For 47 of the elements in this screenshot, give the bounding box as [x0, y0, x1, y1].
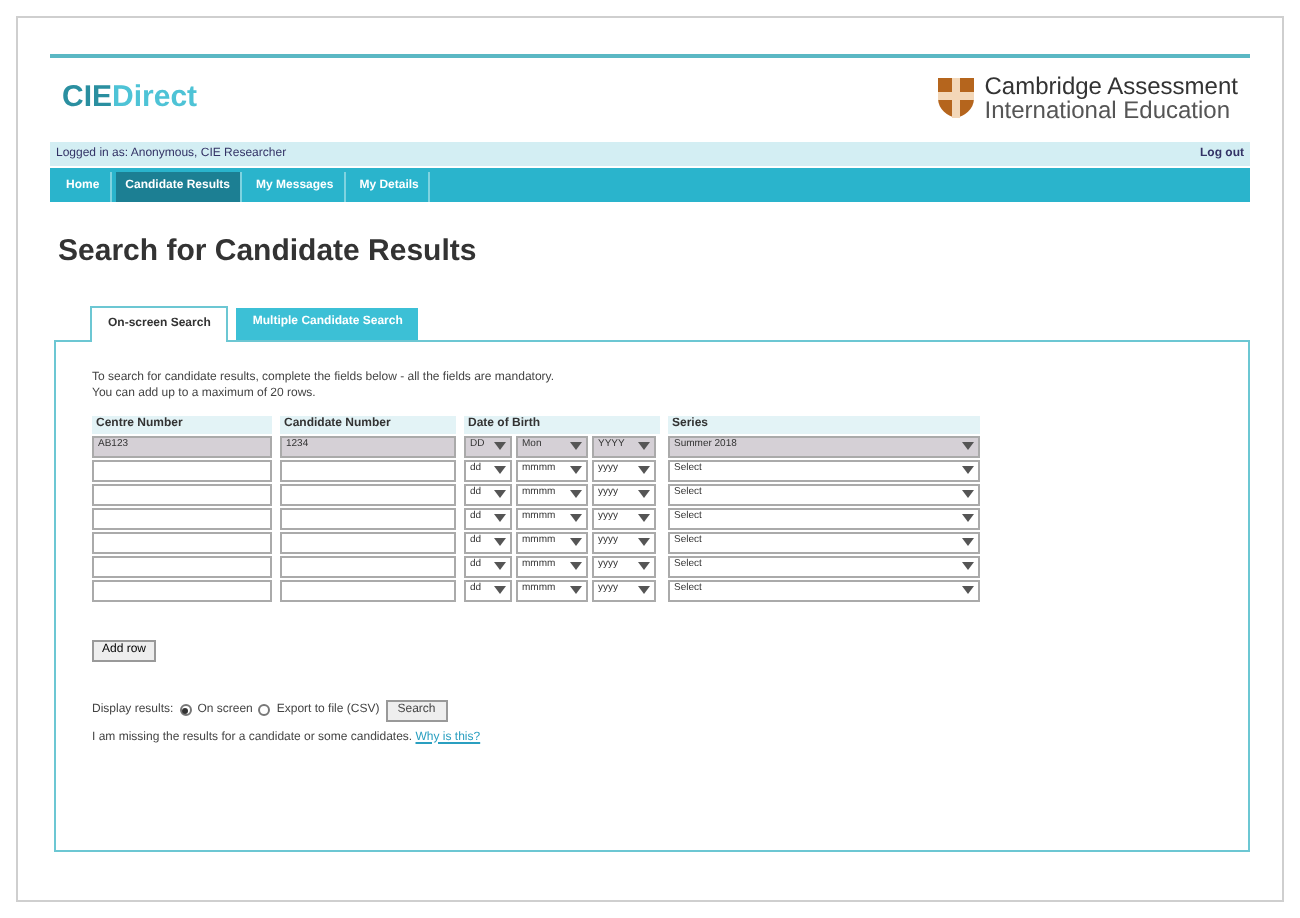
- caret-icon: [570, 562, 582, 570]
- caret-icon: [638, 514, 650, 522]
- caret-icon: [962, 466, 974, 474]
- caret-icon: [570, 466, 582, 474]
- caret-icon: [962, 490, 974, 498]
- input-field[interactable]: [280, 507, 456, 529]
- input-field[interactable]: [280, 555, 456, 577]
- caret-icon: [570, 538, 582, 546]
- caret-icon: [638, 490, 650, 498]
- caret-icon: [494, 586, 506, 594]
- caret-icon: [494, 514, 506, 522]
- caret-icon: [638, 562, 650, 570]
- caret-icon: [570, 586, 582, 594]
- caret-icon: [494, 562, 506, 570]
- input-field[interactable]: [92, 483, 272, 505]
- caret-icon: [962, 514, 974, 522]
- radio-button[interactable]: [179, 704, 192, 716]
- caret-icon: [638, 586, 650, 594]
- input-field[interactable]: [280, 459, 456, 481]
- brand-subtitle: International Education: [984, 98, 1233, 122]
- caret-icon: [570, 442, 582, 450]
- input-field[interactable]: [92, 555, 272, 577]
- radio-button[interactable]: [258, 704, 271, 716]
- caret-icon: [570, 490, 582, 498]
- input-field[interactable]: [280, 531, 456, 553]
- caret-icon: [962, 586, 974, 594]
- caret-icon: [494, 466, 506, 474]
- input-field[interactable]: [92, 579, 272, 601]
- input-field[interactable]: [92, 459, 272, 481]
- page-heading: Search for Candidate Results: [56, 232, 479, 272]
- input-field[interactable]: [280, 579, 456, 601]
- input-field[interactable]: [92, 531, 272, 553]
- logo[interactable]: CIEDirect: [62, 75, 198, 121]
- caret-icon: [962, 562, 974, 570]
- caret-icon: [638, 442, 650, 450]
- input-field[interactable]: [280, 483, 456, 505]
- caret-icon: [570, 514, 582, 522]
- shield-icon: [936, 76, 977, 120]
- caret-icon: [494, 490, 506, 498]
- caret-icon: [962, 538, 974, 546]
- input-field[interactable]: [92, 507, 272, 529]
- caret-icon: [638, 466, 650, 474]
- caret-icon: [494, 538, 506, 546]
- caret-icon: [638, 538, 650, 546]
- caret-icon: [494, 442, 506, 450]
- brand-name: Cambridge Assessment: [984, 74, 1238, 98]
- caret-icon: [962, 442, 974, 450]
